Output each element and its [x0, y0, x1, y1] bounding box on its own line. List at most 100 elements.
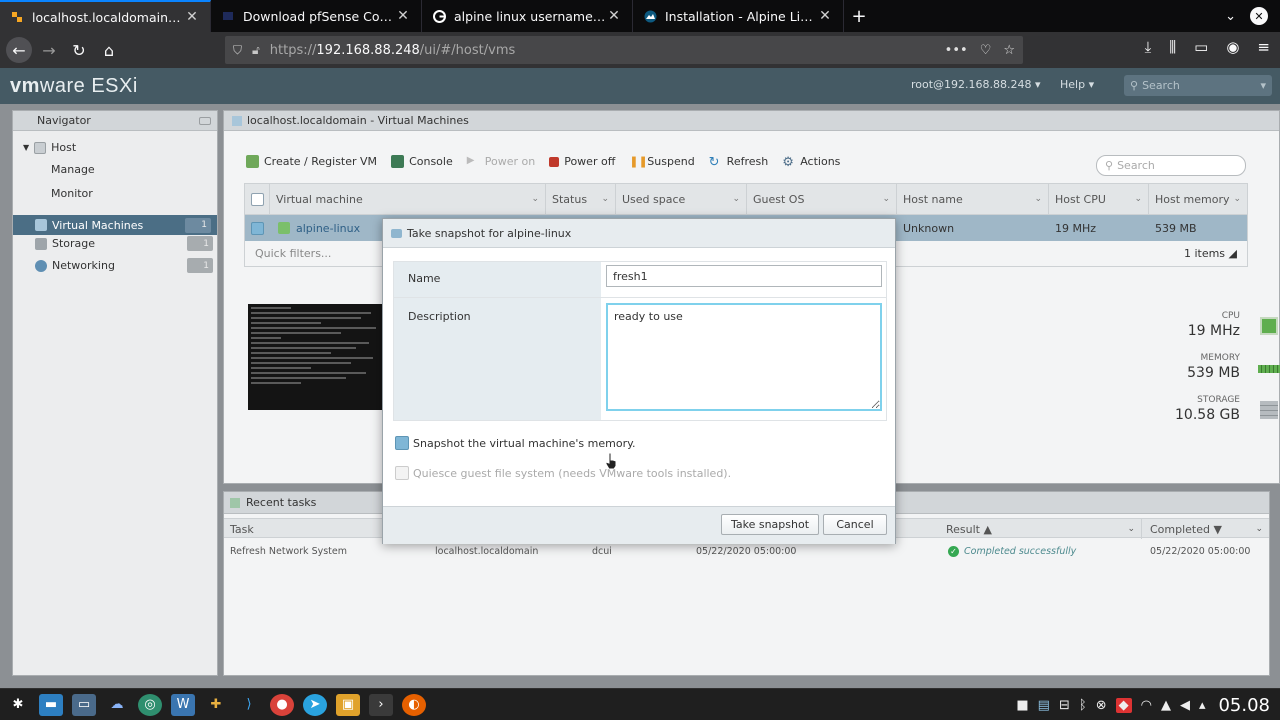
telegram-icon[interactable]: ➤	[303, 693, 327, 716]
expand-triangle-icon[interactable]: ▼	[23, 143, 29, 152]
column-header[interactable]: Used space ⌄	[616, 184, 747, 214]
account-icon[interactable]: ◉	[1226, 38, 1239, 56]
collapse-icon[interactable]	[199, 116, 211, 125]
host-cpu-cell: 19 MHz	[1055, 221, 1097, 235]
usb-tray-icon[interactable]: ⊟	[1059, 698, 1070, 713]
chevron-down-icon: ▾	[1260, 79, 1266, 92]
chrome-icon[interactable]: ●	[270, 693, 294, 716]
sidebar-icon[interactable]: ▭	[1194, 38, 1208, 56]
column-header[interactable]: Result ▲ ⌄	[940, 519, 1142, 539]
slack-icon[interactable]: ✚	[204, 694, 228, 716]
column-header[interactable]: Host name ⌄	[897, 184, 1049, 214]
select-all-checkbox[interactable]	[251, 192, 264, 206]
actions-button[interactable]: ⚙ Actions	[782, 155, 840, 170]
sidebar-item-virtual-machines[interactable]: Virtual Machines 1	[13, 215, 217, 235]
reload-icon[interactable]: ↻	[66, 37, 92, 63]
steam-icon[interactable]: ◎	[138, 693, 162, 716]
home-icon[interactable]: ⌂	[96, 37, 122, 63]
close-icon[interactable]: ✕	[395, 8, 411, 24]
chevron-up-icon[interactable]: ▴	[1199, 698, 1206, 713]
monitor-icon[interactable]: ▭	[72, 693, 96, 716]
close-icon[interactable]: ✕	[606, 8, 622, 24]
column-header[interactable]: Status ⌄	[546, 184, 616, 214]
snapshot-name-input[interactable]	[606, 265, 882, 287]
vscode-icon[interactable]: ⟩	[237, 694, 261, 716]
quiesce-checkbox[interactable]	[395, 466, 409, 480]
power-on-button[interactable]: ▶ Power on	[467, 155, 535, 168]
help-menu[interactable]: Help ▾	[1060, 78, 1094, 91]
vm-list-icon	[232, 115, 242, 126]
camera-tray-icon[interactable]: ■	[1016, 698, 1028, 713]
take-snapshot-button[interactable]: Take snapshot	[721, 514, 819, 535]
header-search-input[interactable]: ⚲ Search ▾	[1124, 75, 1272, 96]
task-target-cell[interactable]: localhost.localdomain	[429, 546, 538, 557]
shield-icon[interactable]: ⛉	[233, 43, 242, 58]
menu-hamburger-icon[interactable]: ≡	[1257, 38, 1270, 56]
clock[interactable]: 05.08	[1218, 695, 1270, 716]
user-menu[interactable]: root@192.168.88.248 ▾	[911, 78, 1041, 91]
vm-search-input[interactable]: ⚲ Search	[1096, 155, 1246, 176]
host-icon	[34, 141, 47, 154]
lock-warning-icon[interactable]: 🔓︎	[252, 43, 260, 58]
clipboard-tray-icon[interactable]: ▤	[1038, 698, 1050, 713]
pocket-icon[interactable]: ♡	[980, 43, 992, 58]
snapshot-description-textarea[interactable]: ready to use	[606, 303, 882, 411]
console-icon	[391, 155, 405, 168]
tab-pfsense[interactable]: Download pfSense Community Edition ✕	[211, 0, 422, 32]
volume-icon[interactable]: ◀	[1180, 698, 1190, 713]
tab-alpine[interactable]: Installation - Alpine Linux ✕	[633, 0, 844, 32]
wifi-icon[interactable]: ◠	[1141, 698, 1152, 713]
column-header[interactable]: Completed ▼ ⌄	[1144, 519, 1269, 539]
column-header[interactable]: Host CPU ⌄	[1049, 184, 1149, 214]
nav-host[interactable]: ▼ Host	[23, 141, 76, 154]
nav-manage[interactable]: Manage	[51, 163, 95, 176]
snapshot-memory-label[interactable]: Snapshot the virtual machine's memory.	[413, 437, 636, 450]
lock-icon[interactable]: ▲	[1161, 698, 1171, 713]
refresh-button[interactable]: ↻ Refresh	[709, 155, 769, 170]
page-actions-icon[interactable]: •••	[945, 43, 968, 58]
nav-monitor[interactable]: Monitor	[51, 187, 93, 200]
download-icon[interactable]: ⤓	[1145, 38, 1152, 56]
forward-arrow-icon[interactable]: →	[36, 37, 62, 63]
suspend-button[interactable]: ❚❚ Suspend	[629, 155, 694, 168]
sidebar-item-networking[interactable]: Networking 1	[35, 258, 217, 273]
cancel-button[interactable]: Cancel	[823, 514, 887, 535]
power-on-icon: ▶	[466, 155, 475, 166]
app-tray-icon[interactable]: ◆	[1115, 697, 1132, 713]
terminal-icon[interactable]: ›	[369, 693, 393, 716]
vmware-favicon-icon	[10, 10, 24, 24]
new-tab-plus-icon[interactable]: +	[844, 0, 874, 32]
tab-google[interactable]: alpine linux username password ✕	[422, 0, 633, 32]
back-arrow-icon[interactable]: ←	[6, 37, 32, 63]
power-off-button[interactable]: Power off	[549, 155, 615, 168]
sidebar-item-storage[interactable]: Storage 1	[35, 236, 217, 251]
create-register-vm-button[interactable]: Create / Register VM	[246, 155, 377, 168]
column-header[interactable]: Guest OS ⌄	[747, 184, 897, 214]
console-button[interactable]: Console	[391, 155, 453, 168]
cloud-icon[interactable]: ☁	[105, 694, 129, 716]
bluetooth-icon[interactable]: ᛒ	[1079, 698, 1087, 713]
firefox-icon[interactable]: ◐	[402, 693, 426, 716]
tab-list-chevron-down-icon[interactable]: ⌄	[1225, 9, 1236, 24]
virtualbox-icon[interactable]: ▣	[336, 693, 360, 716]
console-thumbnail[interactable]	[248, 304, 382, 410]
snapshot-memory-option[interactable]: Snapshot the virtual machine's memory.	[395, 436, 636, 450]
close-icon[interactable]: ✕	[817, 8, 833, 24]
bookmark-star-icon[interactable]: ☆	[1003, 43, 1015, 58]
row-checkbox[interactable]	[251, 221, 264, 235]
mute-tray-icon[interactable]: ⊗	[1096, 698, 1107, 713]
close-icon[interactable]: ✕	[184, 9, 200, 25]
quiesce-option[interactable]: Quiesce guest file system (needs VMware …	[395, 466, 731, 480]
start-menu-icon[interactable]: ✱	[6, 694, 30, 716]
library-icon[interactable]: ⫼	[1169, 38, 1176, 56]
column-header[interactable]: Virtual machine ⌄	[270, 184, 546, 214]
window-app-icon[interactable]: W	[171, 693, 195, 716]
snapshot-memory-checkbox[interactable]	[395, 436, 409, 450]
window-close-icon[interactable]: ✕	[1250, 7, 1268, 25]
tab-esxi[interactable]: localhost.localdomain - VMware ESXi ✕	[0, 0, 211, 32]
url-bar[interactable]: ⛉ 🔓︎ https://192.168.88.248/ui/#/host/vm…	[225, 36, 1023, 64]
column-header[interactable]: Host memory ⌄	[1149, 184, 1247, 214]
file-manager-icon[interactable]: ▬	[39, 693, 63, 716]
quick-filters-select[interactable]: Quick filters...	[255, 247, 331, 260]
create-vm-icon	[246, 155, 259, 168]
